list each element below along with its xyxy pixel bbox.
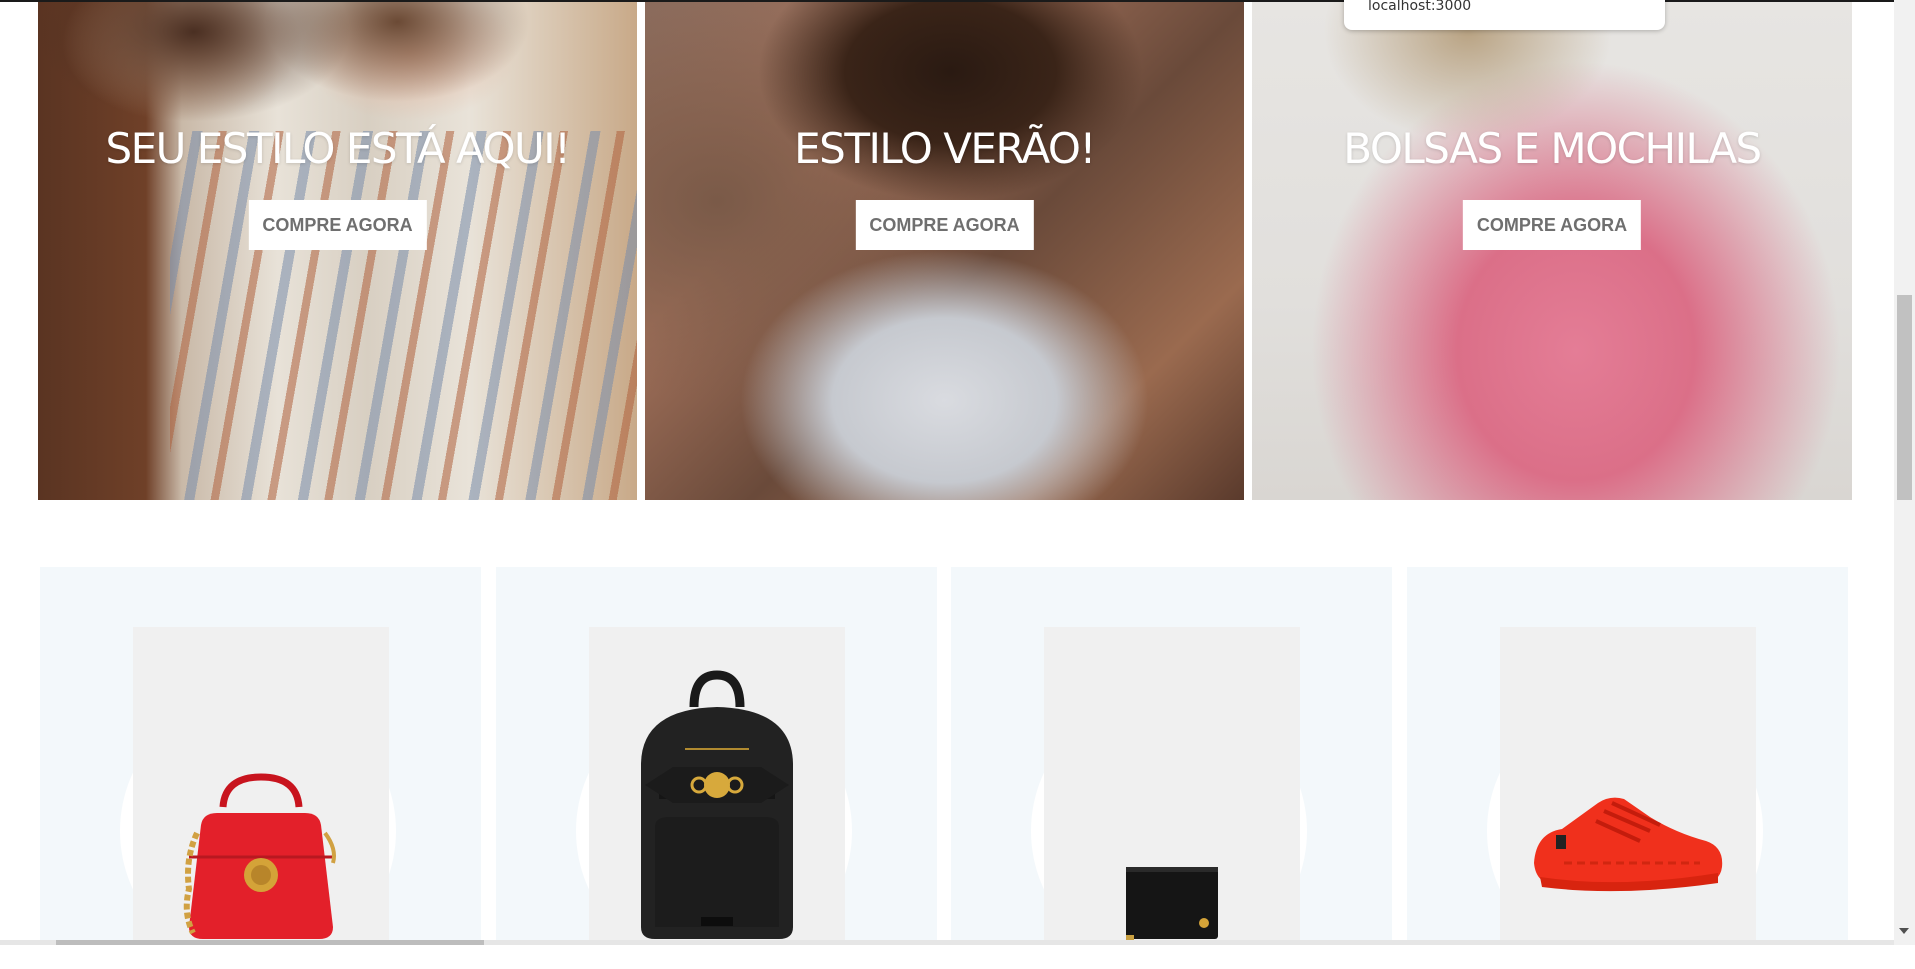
shop-now-button[interactable]: COMPRE AGORA bbox=[855, 200, 1034, 250]
black-wallet-icon bbox=[1126, 867, 1218, 941]
horizontal-scrollbar[interactable] bbox=[0, 940, 1894, 945]
scrollbar-thumb[interactable] bbox=[1897, 295, 1912, 500]
product-image[interactable] bbox=[1044, 627, 1300, 945]
category-banners: SEU ESTILO ESTÁ AQUI! COMPRE AGORA ESTIL… bbox=[38, 2, 1852, 500]
link-url-text: localhost:3000 bbox=[1368, 0, 1472, 14]
red-handbag-icon bbox=[183, 773, 336, 939]
product-image[interactable] bbox=[133, 627, 389, 945]
vertical-scrollbar[interactable] bbox=[1894, 0, 1915, 945]
category-banner-style[interactable]: SEU ESTILO ESTÁ AQUI! COMPRE AGORA bbox=[38, 2, 637, 500]
banner-photo-shirt bbox=[169, 131, 637, 500]
product-image[interactable] bbox=[589, 627, 845, 945]
black-backpack-icon bbox=[641, 670, 793, 939]
product-card[interactable] bbox=[1407, 567, 1848, 969]
product-image[interactable] bbox=[1500, 627, 1756, 945]
banner-title: ESTILO VERÃO! bbox=[794, 124, 1096, 173]
category-banner-bags[interactable]: BOLSAS E MOCHILAS COMPRE AGORA bbox=[1252, 2, 1852, 500]
shop-now-button[interactable]: COMPRE AGORA bbox=[248, 200, 427, 250]
product-card[interactable] bbox=[40, 567, 481, 969]
banner-title: SEU ESTILO ESTÁ AQUI! bbox=[105, 124, 571, 173]
scroll-down-arrow-icon[interactable] bbox=[1899, 928, 1909, 934]
red-sneaker-icon bbox=[1534, 797, 1723, 892]
banner-photo bbox=[1252, 2, 1852, 500]
product-card[interactable] bbox=[496, 567, 937, 969]
horizontal-scrollbar-thumb[interactable] bbox=[56, 940, 484, 945]
banner-title: BOLSAS E MOCHILAS bbox=[1343, 124, 1762, 173]
category-banner-summer[interactable]: ESTILO VERÃO! COMPRE AGORA bbox=[645, 2, 1244, 500]
product-card[interactable] bbox=[951, 567, 1392, 969]
banner-photo bbox=[645, 2, 1244, 500]
link-url-tooltip: localhost:3000 bbox=[1344, 0, 1665, 30]
shop-now-button[interactable]: COMPRE AGORA bbox=[1462, 200, 1642, 250]
